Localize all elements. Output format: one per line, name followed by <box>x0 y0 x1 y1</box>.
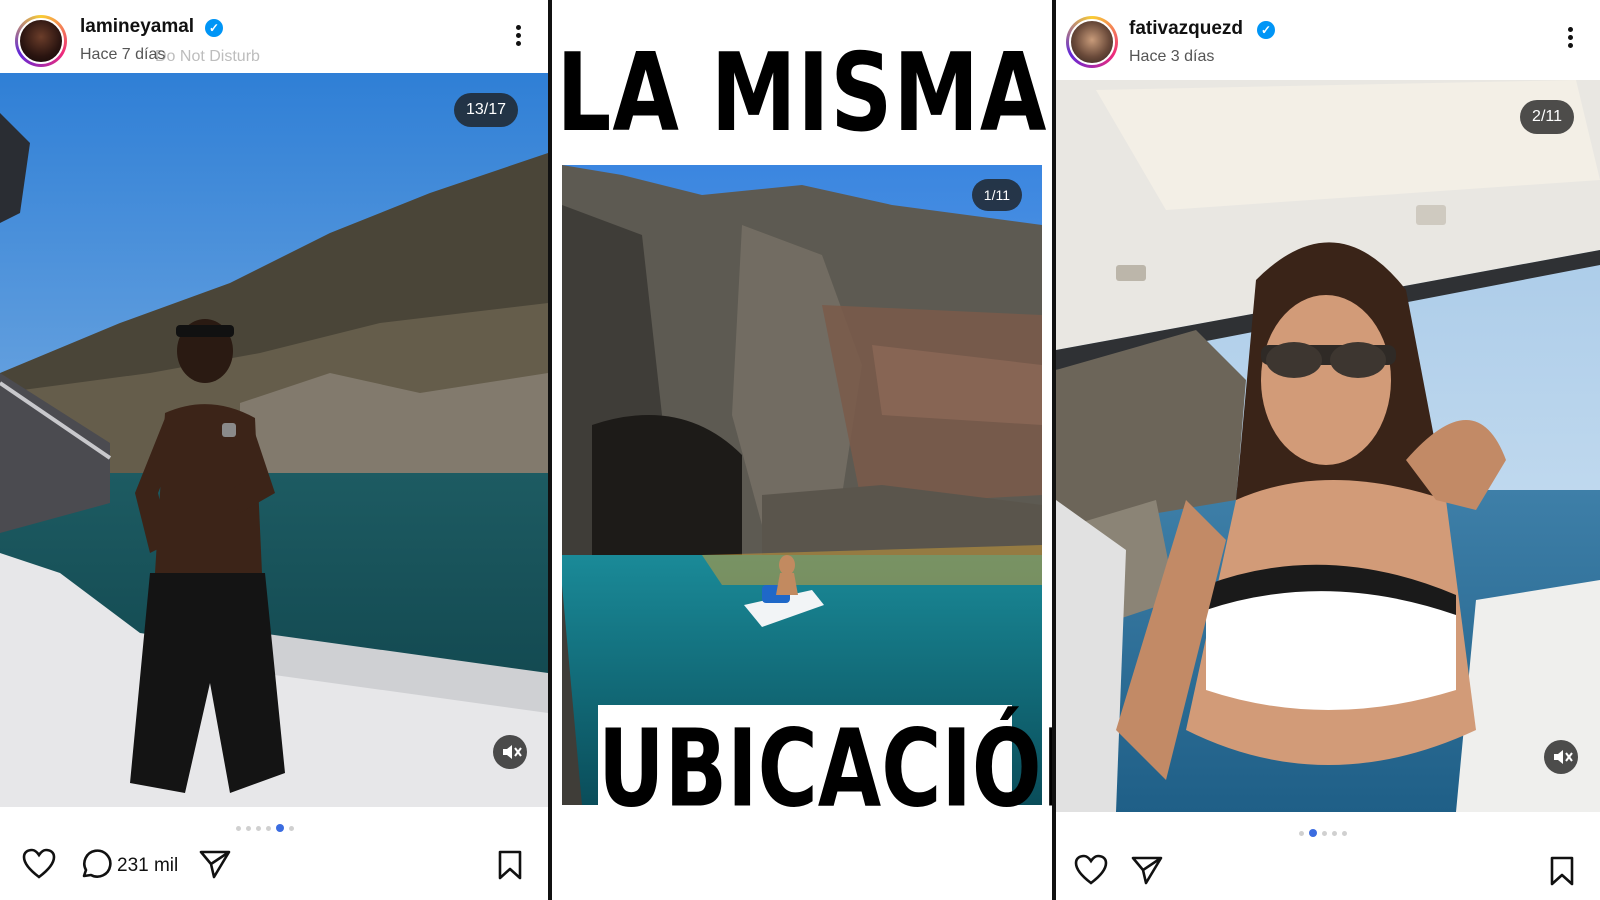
left-post: lamineyamal ✓ Do Not Disturb Hace 7 días <box>0 0 548 900</box>
mute-icon[interactable] <box>1544 740 1578 774</box>
comment-icon[interactable] <box>78 848 112 887</box>
verified-badge-icon: ✓ <box>205 19 223 37</box>
mute-icon[interactable] <box>493 735 527 769</box>
heart-icon[interactable] <box>22 848 56 885</box>
post-header: fativazquezd ✓ Hace 3 días <box>1056 0 1600 80</box>
boat-selfie-photo <box>1056 80 1600 812</box>
carousel-counter: 13/17 <box>453 93 518 127</box>
post-photo[interactable]: 2/11 <box>1056 80 1600 812</box>
comments-count: 231 mil <box>117 855 179 876</box>
carousel-counter: 1/11 <box>971 179 1022 211</box>
right-post: fativazquezd ✓ Hace 3 días 2/11 <box>1056 0 1600 900</box>
overlay-text: Do Not Disturb <box>155 48 260 65</box>
bookmark-icon[interactable] <box>496 849 524 886</box>
avatar[interactable] <box>1066 16 1118 68</box>
headline-bottom-box: UBICACIÓN <box>598 705 1052 835</box>
heart-icon[interactable] <box>1074 854 1108 891</box>
post-header: lamineyamal ✓ Do Not Disturb Hace 7 días <box>0 0 548 76</box>
post-time: Hace 7 días <box>80 46 166 63</box>
more-options-icon[interactable] <box>1559 24 1581 58</box>
carousel-dots <box>1299 829 1347 837</box>
carousel-dots <box>236 824 294 832</box>
send-icon[interactable] <box>1130 854 1164 891</box>
headline-bottom: UBICACIÓN <box>598 707 1052 832</box>
verified-badge-icon: ✓ <box>1257 21 1275 39</box>
post-time: Hace 3 días <box>1129 48 1215 65</box>
middle-panel: LA MISMA 1/11 UBICACIÓ <box>552 0 1052 900</box>
boat-cliff-photo <box>0 73 548 807</box>
send-icon[interactable] <box>198 848 232 885</box>
post-photo[interactable]: 13/17 <box>0 73 548 807</box>
username[interactable]: fativazquezd <box>1129 18 1243 40</box>
avatar[interactable] <box>15 15 67 67</box>
username[interactable]: lamineyamal <box>80 16 194 38</box>
bookmark-icon[interactable] <box>1548 855 1576 892</box>
carousel-counter: 2/11 <box>1520 100 1574 134</box>
more-options-icon[interactable] <box>507 22 529 56</box>
headline-top: LA MISMA <box>556 31 1048 157</box>
